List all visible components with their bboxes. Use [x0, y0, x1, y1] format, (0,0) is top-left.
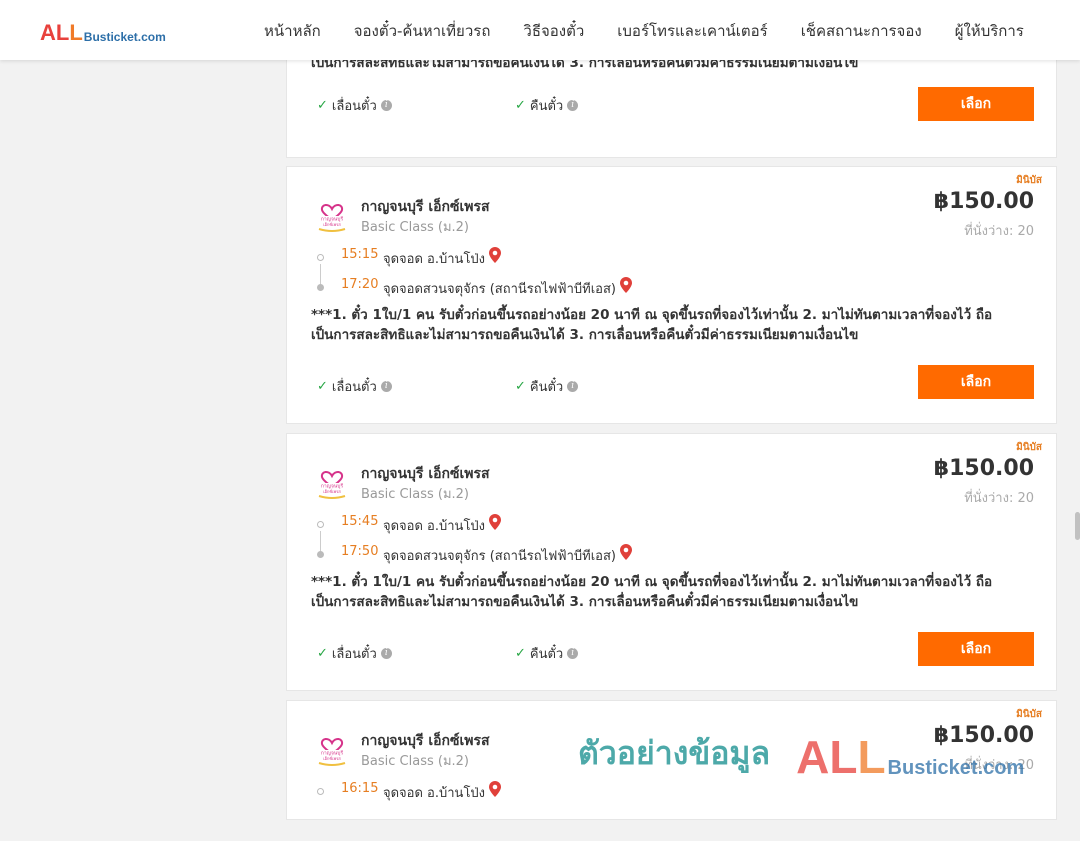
- select-trip-button[interactable]: เลือก: [918, 632, 1034, 666]
- site-logo[interactable]: ALL Busticket.com: [40, 20, 166, 45]
- operator-logo-icon: กาญจนบุรี เอ็กซ์เพรส: [317, 738, 347, 766]
- depart-time: 15:15: [341, 247, 379, 262]
- check-icon: ✓: [515, 98, 526, 113]
- trip-route: 15:15 จุดจอด อ.บ้านโป่ง 17:20 จุดจอดสวนจ…: [317, 247, 717, 307]
- info-icon[interactable]: i: [567, 100, 579, 111]
- top-navbar: ALL Busticket.com หน้าหลัก จองตั๋ว-ค้นหา…: [0, 0, 1080, 60]
- feature-refund-ticket: ✓ คืนตั๋ว i: [515, 95, 579, 116]
- trip-card: มินิบัส กาญจนบุรี เอ็กซ์เพรส กาญจนบุรี เ…: [286, 166, 1057, 424]
- depart-dot-icon: [317, 788, 324, 795]
- depart-time: 15:45: [341, 514, 379, 529]
- trip-card-partial: เป็นการสละสิทธิและไม่สามารถขอคืนเงินได้ …: [286, 50, 1057, 158]
- nav-home[interactable]: หน้าหลัก: [264, 19, 321, 43]
- trip-route: 15:45 จุดจอด อ.บ้านโป่ง 17:50 จุดจอดสวนจ…: [317, 514, 717, 574]
- bus-class: Basic Class (ม.2): [361, 754, 469, 769]
- map-pin-icon[interactable]: [620, 544, 633, 560]
- depart-dot-icon: [317, 254, 324, 261]
- info-icon[interactable]: i: [380, 381, 392, 392]
- feature-change-ticket: ✓ เลื่อนตั๋ว i: [317, 95, 392, 116]
- bus-class: Basic Class (ม.2): [361, 220, 469, 235]
- check-icon: ✓: [317, 98, 328, 113]
- map-pin-icon[interactable]: [489, 514, 502, 530]
- svg-text:เอ็กซ์เพรส: เอ็กซ์เพรส: [323, 488, 341, 494]
- info-icon[interactable]: i: [380, 100, 392, 111]
- route-line: [320, 531, 321, 553]
- bus-class: Basic Class (ม.2): [361, 487, 469, 502]
- feature-refund-ticket: ✓ คืนตั๋ว i: [515, 643, 579, 664]
- nav-operators[interactable]: ผู้ให้บริการ: [955, 19, 1024, 43]
- arrive-time: 17:50: [341, 544, 379, 559]
- arrive-place: จุดจอดสวนจตุจักร (สถานีรถไฟฟ้าบีทีเอส): [383, 277, 633, 299]
- feature-refund-ticket: ✓ คืนตั๋ว i: [515, 376, 579, 397]
- sample-data-watermark: ตัวอย่างข้อมูล ALL Busticket.com: [578, 728, 1025, 783]
- operator-name: กาญจนบุรี เอ็กซ์เพรส: [361, 199, 490, 215]
- watermark-text: ตัวอย่างข้อมูล: [578, 734, 771, 772]
- depart-place: จุดจอด อ.บ้านโป่ง: [383, 247, 502, 269]
- check-icon: ✓: [317, 379, 328, 394]
- info-icon[interactable]: i: [567, 648, 579, 659]
- vehicle-type-badge: มินิบัส: [1016, 709, 1042, 720]
- map-pin-icon[interactable]: [620, 277, 633, 293]
- seats-available: ที่นั่งว่าง: 20: [964, 491, 1034, 506]
- svg-text:เอ็กซ์เพรส: เอ็กซ์เพรส: [323, 221, 341, 227]
- page-scrollbar[interactable]: [1075, 512, 1080, 540]
- nav-how-to-book[interactable]: วิธีจองตั๋ว: [523, 19, 584, 43]
- watermark-logo-domain: Busticket.com: [887, 757, 1025, 779]
- nav-book-search[interactable]: จองตั๋ว-ค้นหาเที่ยวรถ: [354, 19, 491, 43]
- logo-all-text: ALL: [40, 20, 83, 45]
- svg-text:เอ็กซ์เพรส: เอ็กซ์เพรส: [323, 755, 341, 761]
- operator-logo-icon: กาญจนบุรี เอ็กซ์เพรส: [317, 471, 347, 499]
- watermark-logo-all: ALL: [796, 731, 886, 783]
- arrive-place: จุดจอดสวนจตุจักร (สถานีรถไฟฟ้าบีทีเอส): [383, 544, 633, 566]
- arrive-dot-icon: [317, 551, 324, 558]
- trip-route: 16:15 จุดจอด อ.บ้านโป่ง: [317, 781, 717, 841]
- operator-name: กาญจนบุรี เอ็กซ์เพรส: [361, 466, 490, 482]
- check-icon: ✓: [515, 379, 526, 394]
- main-nav: หน้าหลัก จองตั๋ว-ค้นหาเที่ยวรถ วิธีจองตั…: [264, 19, 1057, 43]
- map-pin-icon[interactable]: [489, 247, 502, 263]
- arrive-dot-icon: [317, 284, 324, 291]
- operator-logo-icon: กาญจนบุรี เอ็กซ์เพรส: [317, 204, 347, 232]
- select-trip-button[interactable]: เลือก: [918, 87, 1034, 121]
- nav-booking-status[interactable]: เช็คสถานะการจอง: [801, 19, 922, 43]
- info-icon[interactable]: i: [380, 648, 392, 659]
- select-trip-button[interactable]: เลือก: [918, 365, 1034, 399]
- operator-name: กาญจนบุรี เอ็กซ์เพรส: [361, 733, 490, 749]
- logo-domain-text: Busticket.com: [83, 30, 166, 44]
- feature-change-ticket: ✓ เลื่อนตั๋ว i: [317, 643, 392, 664]
- map-pin-icon[interactable]: [489, 781, 502, 797]
- vehicle-type-badge: มินิบัส: [1016, 442, 1042, 453]
- depart-place: จุดจอด อ.บ้านโป่ง: [383, 514, 502, 536]
- trip-price: ฿150.00: [933, 456, 1034, 481]
- seats-available: ที่นั่งว่าง: 20: [964, 224, 1034, 239]
- nav-contact-counters[interactable]: เบอร์โทรและเคาน์เตอร์: [617, 19, 767, 43]
- depart-time: 16:15: [341, 781, 379, 796]
- check-icon: ✓: [515, 646, 526, 661]
- check-icon: ✓: [317, 646, 328, 661]
- feature-change-ticket: ✓ เลื่อนตั๋ว i: [317, 376, 392, 397]
- trip-notes: ***1. ตั๋ว 1ใบ/1 คน รับตั๋วก่อนขึ้นรถอย่…: [311, 307, 993, 343]
- info-icon[interactable]: i: [567, 381, 579, 392]
- trip-price: ฿150.00: [933, 189, 1034, 214]
- trip-notes: ***1. ตั๋ว 1ใบ/1 คน รับตั๋วก่อนขึ้นรถอย่…: [311, 574, 993, 610]
- depart-dot-icon: [317, 521, 324, 528]
- trip-card: มินิบัส กาญจนบุรี เอ็กซ์เพรส กาญจนบุรี เ…: [286, 433, 1057, 691]
- arrive-time: 17:20: [341, 277, 379, 292]
- vehicle-type-badge: มินิบัส: [1016, 175, 1042, 186]
- route-line: [320, 264, 321, 286]
